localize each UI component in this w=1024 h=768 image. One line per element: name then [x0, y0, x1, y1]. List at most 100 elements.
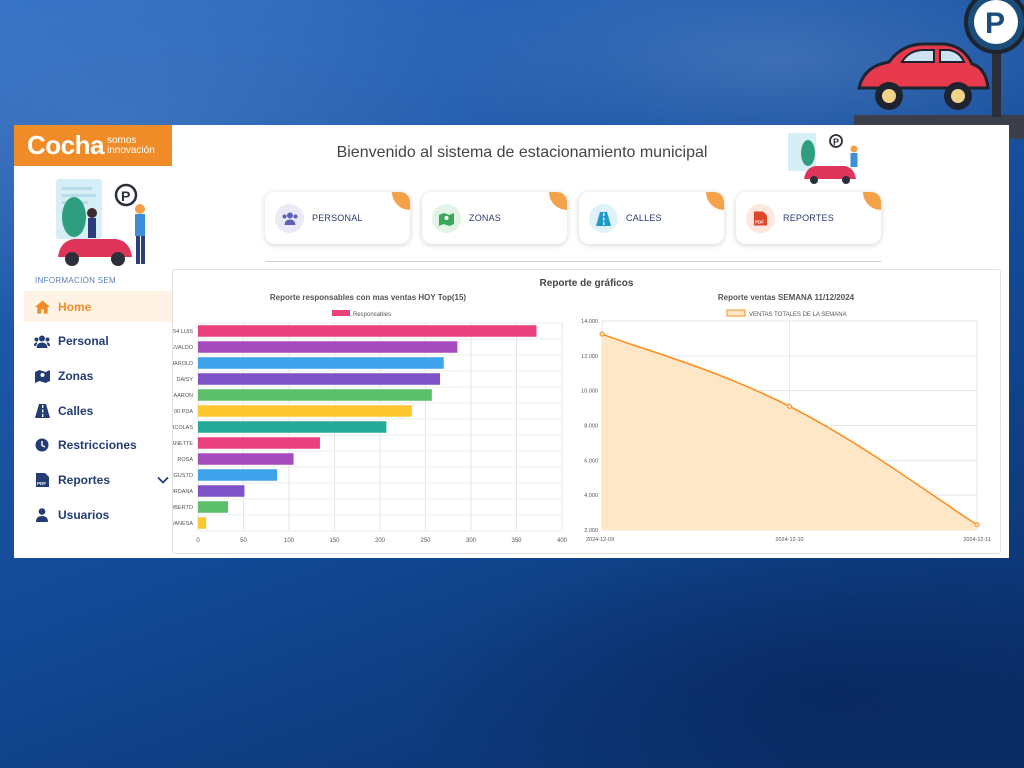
- sidebar-item-reportes[interactable]: PDF Reportes: [24, 464, 172, 495]
- map-icon: [34, 369, 50, 383]
- chart2-legend-label: VENTAS TOTALES DE LA SEMANA: [749, 312, 847, 318]
- parking-illustration: P: [788, 133, 858, 184]
- pdf-icon: PDF: [746, 204, 775, 233]
- users-icon: [34, 334, 50, 348]
- chart1-category-label: 00 PDA: [174, 409, 193, 415]
- svg-text:P: P: [985, 7, 1005, 40]
- chart2-ytick-label: 10.000: [581, 389, 598, 395]
- sidebar-item-zonas[interactable]: Zonas: [24, 360, 172, 391]
- chart1-xtick-label: 250: [420, 538, 431, 544]
- sidebar-item-home[interactable]: Home: [24, 291, 172, 322]
- sidebar-item-usuarios[interactable]: Usuarios: [24, 499, 172, 530]
- sidebar-nav: Home Personal Zonas Calles Restricciones…: [24, 291, 172, 534]
- chart2-ytick-label: 14.000: [581, 319, 598, 325]
- chart1-category-label: AARON: [173, 393, 193, 399]
- chart1-bar: [198, 485, 245, 497]
- chart1-category-label: JORDANA: [173, 489, 193, 495]
- report-charts: Reporte responsables con mas ventas HOY …: [173, 293, 991, 544]
- report-panel: Reporte de gráficos Reporte responsables…: [172, 269, 1001, 554]
- chart1-category-label: VANESA: [173, 521, 193, 527]
- map-icon: [432, 204, 461, 233]
- card-zonas[interactable]: ZONAS: [422, 192, 567, 244]
- chart1-category-label: ROBERTO: [173, 505, 194, 511]
- sidebar-item-label: Personal: [58, 334, 109, 349]
- svg-text:P: P: [833, 137, 839, 147]
- users-icon: [275, 204, 304, 233]
- main-content: Bienvenido al sistema de estacionamiento…: [172, 125, 1009, 558]
- chart1-xtick-label: 200: [375, 538, 386, 544]
- sidebar: Cocha somos innovación P INFORMACIÓN SEM…: [14, 125, 172, 558]
- chart2-ytick-label: 12.000: [581, 354, 598, 360]
- chart1-xtick-label: 350: [511, 538, 522, 544]
- chart1-category-label: EVALDO: [173, 345, 194, 351]
- sidebar-item-label: Reportes: [58, 472, 111, 487]
- chart1-bar: [198, 373, 441, 385]
- road-icon: [589, 204, 618, 233]
- chart1-bar: [198, 341, 458, 353]
- brand-logo[interactable]: Cocha somos innovación: [14, 125, 172, 166]
- chart1-xtick-label: 50: [240, 538, 247, 544]
- svg-text:P: P: [121, 188, 130, 204]
- home-icon: [34, 299, 50, 314]
- chart1-xtick-label: 300: [466, 538, 477, 544]
- chart1-xtick-label: 100: [284, 538, 295, 544]
- sidebar-item-restricciones[interactable]: Restricciones: [24, 430, 172, 461]
- chart1-category-label: DAISY: [176, 377, 193, 383]
- chart1-title: Reporte responsables con mas ventas HOY …: [270, 293, 467, 302]
- chevron-down-icon[interactable]: [156, 473, 170, 487]
- chart1-legend-label: Responsables: [353, 312, 391, 318]
- card-label: CALLES: [626, 213, 662, 223]
- chart1-bar: [198, 437, 320, 449]
- sidebar-item-label: Home: [58, 299, 92, 314]
- svg-text:PDF: PDF: [37, 481, 46, 486]
- sidebar-item-label: Restricciones: [58, 438, 137, 453]
- chart2-xtick-label: 2024-12-10: [775, 537, 803, 543]
- chart1-legend-swatch: [332, 310, 350, 316]
- pdf-icon: PDF: [34, 472, 50, 487]
- chart1-category-label: HAROLD: [173, 361, 193, 367]
- card-label: ZONAS: [469, 213, 502, 223]
- chart2-ytick-label: 6.000: [584, 458, 598, 464]
- sidebar-item-personal[interactable]: Personal: [24, 326, 172, 357]
- clock-icon: [34, 438, 50, 452]
- card-calles[interactable]: CALLES: [579, 192, 724, 244]
- svg-text:PDF: PDF: [755, 220, 764, 225]
- chart1-xtick-label: 0: [196, 538, 200, 544]
- card-personal[interactable]: PERSONAL: [265, 192, 410, 244]
- chart2-point: [974, 522, 980, 528]
- divider: [265, 261, 881, 262]
- parking-car-icon: P: [854, 0, 1024, 139]
- chart1-category-label: AUGUSTO: [173, 473, 194, 479]
- sidebar-item-calles[interactable]: Calles: [24, 395, 172, 426]
- chart1-bar: [198, 469, 278, 481]
- road-icon: [34, 403, 50, 418]
- chart2-xtick-label: 2024-12-11: [963, 537, 991, 543]
- card-label: REPORTES: [783, 213, 834, 223]
- chart1-bar: [198, 517, 207, 529]
- chart2-point: [787, 403, 792, 409]
- chart1-category-label: ROSA: [177, 457, 193, 463]
- chart2-ytick-label: 8.000: [584, 424, 598, 430]
- chart2-point: [599, 331, 605, 337]
- sidebar-section-label: INFORMACIÓN SEM: [35, 276, 116, 285]
- chart2-ytick-label: 4.000: [584, 493, 598, 499]
- sidebar-item-label: Calles: [58, 403, 94, 418]
- chart1-bar: [198, 357, 444, 369]
- chart2-title: Reporte ventas SEMANA 11/12/2024: [718, 293, 855, 302]
- chart2-ytick-label: 2.000: [584, 528, 598, 534]
- card-reportes[interactable]: PDF REPORTES: [736, 192, 881, 244]
- chart2-legend-swatch: [726, 309, 746, 317]
- chart1-xtick-label: 150: [329, 538, 340, 544]
- sidebar-item-label: Zonas: [58, 368, 94, 383]
- app-window: Cocha somos innovación P INFORMACIÓN SEM…: [14, 125, 1009, 558]
- sidebar-item-label: Usuarios: [58, 507, 110, 522]
- chart2-xtick-label: 2024-12-09: [586, 537, 614, 543]
- page-title: Bienvenido al sistema de estacionamiento…: [336, 144, 708, 161]
- chart1-category-label: 54 LUIS: [173, 329, 193, 335]
- card-label: PERSONAL: [312, 213, 363, 223]
- chart1-bar: [198, 421, 387, 433]
- chart1-bar: [198, 405, 412, 417]
- chart1-xtick-label: 400: [557, 538, 568, 544]
- chart1-bar: [198, 501, 229, 513]
- parking-attendant-illustration: P: [56, 179, 145, 266]
